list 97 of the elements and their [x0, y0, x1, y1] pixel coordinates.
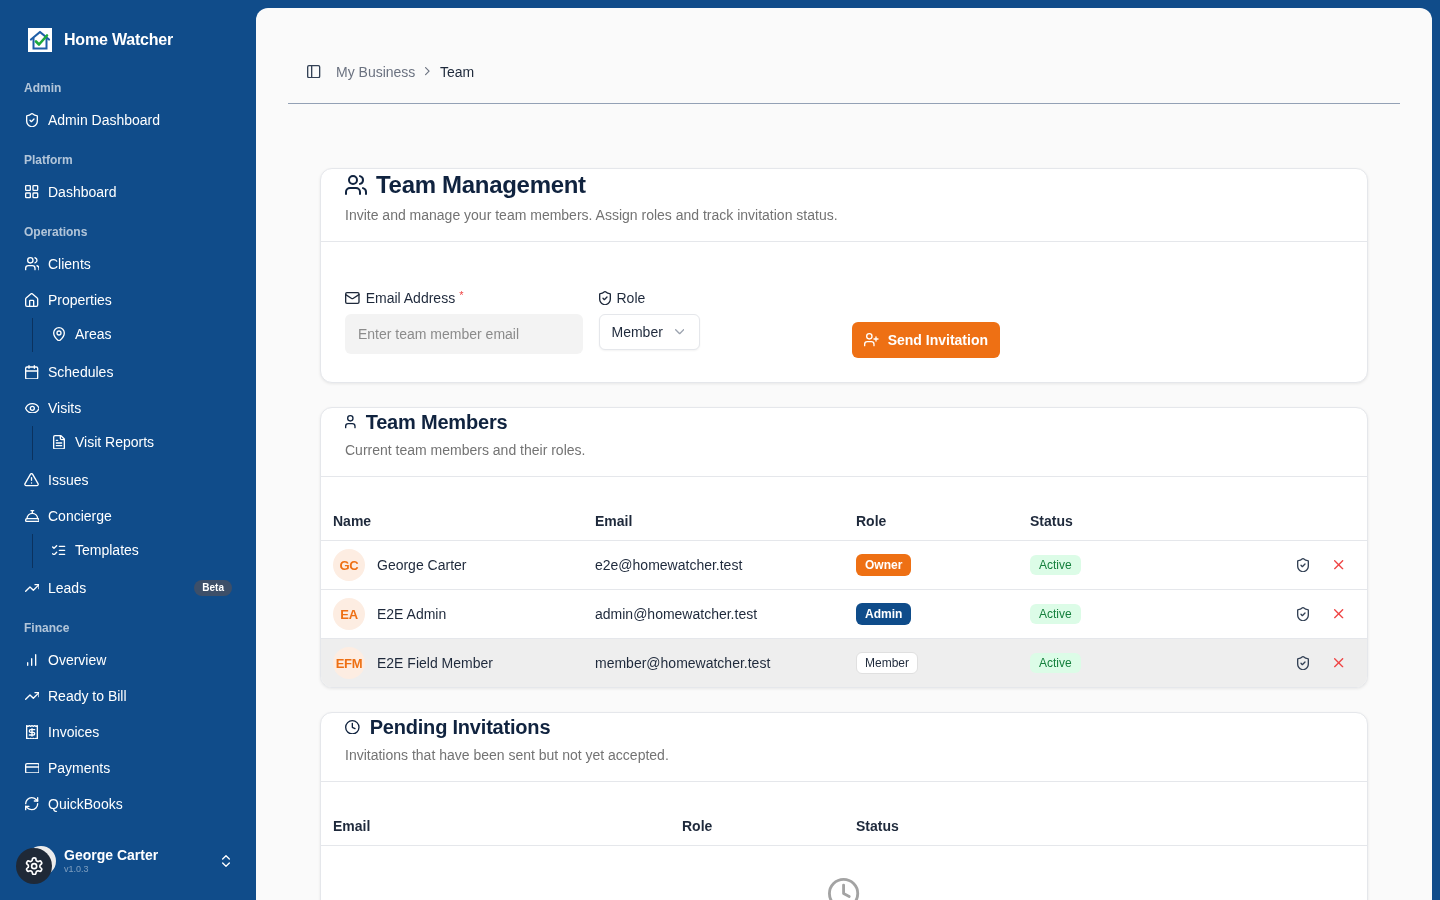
card-title: Team Management	[376, 171, 586, 199]
sidebar-item[interactable]: Visits	[8, 392, 248, 424]
column-header: Status	[856, 817, 899, 834]
checklist-icon	[52, 544, 66, 556]
sidebar-item[interactable]: Ready to Bill	[8, 680, 248, 712]
column-header: Name	[333, 512, 372, 529]
app-version: v1.0.3	[64, 863, 89, 875]
user-name: George Carter	[64, 847, 159, 863]
card-description: Invite and manage your team members. Assign roles and track invitation status.	[345, 206, 839, 225]
shield-check-icon	[1297, 557, 1309, 573]
role-select[interactable]: Member	[598, 314, 701, 350]
house-icon	[25, 293, 39, 307]
member-name: E2E Field Member	[377, 655, 493, 671]
sidebar-section-label: Admin	[23, 80, 63, 97]
shield-check-icon	[1297, 655, 1309, 671]
sidebar-item[interactable]: Overview	[8, 644, 248, 676]
refresh-icon	[25, 797, 39, 811]
sidebar-subitem[interactable]: Visit Reports	[43, 426, 248, 458]
trend-line-icon	[24, 692, 40, 700]
x-icon	[1334, 560, 1344, 570]
x-icon	[1334, 609, 1344, 619]
required-mark: *	[459, 290, 464, 300]
sidebar-item[interactable]: Issues	[8, 464, 248, 496]
sidebar-section-label: Finance	[23, 620, 71, 637]
sidebar-section-label: Platform	[23, 152, 74, 169]
card-title: Team Members	[365, 410, 508, 434]
sidebar-item[interactable]: Properties	[8, 284, 248, 316]
sidebar-item[interactable]: Schedules	[8, 356, 248, 388]
sidebar-item[interactable]: Invoices	[8, 716, 248, 748]
sidebar-item[interactable]: Clients	[8, 248, 248, 280]
member-email: member@homewatcher.test	[595, 655, 771, 671]
grid-icon	[25, 185, 39, 199]
member-email: e2e@homewatcher.test	[595, 557, 743, 573]
initials-avatar: GC	[333, 549, 365, 581]
users-icon	[24, 257, 40, 271]
sidebar-item[interactable]: QuickBooks	[8, 788, 248, 820]
shield-check-icon	[598, 290, 611, 306]
calendar-icon	[25, 364, 39, 380]
field-label: Email Address	[365, 290, 456, 306]
email-input[interactable]: Enter team member email	[345, 314, 583, 354]
credit-card-icon	[24, 762, 40, 774]
sidebar-section-label: Operations	[23, 224, 89, 241]
beta-tag: Beta	[194, 580, 232, 596]
sidebar-subitem[interactable]: Areas	[43, 318, 248, 350]
status-tag: Active	[1030, 653, 1081, 673]
bar-chart-icon	[27, 654, 37, 666]
map-pin-icon	[53, 326, 65, 342]
settings-icon	[24, 856, 44, 876]
app-name: Home Watcher	[64, 31, 174, 49]
document-icon	[53, 434, 65, 450]
users-icon	[345, 175, 367, 195]
user-icon	[345, 415, 356, 429]
member-name: E2E Admin	[377, 606, 447, 622]
status-tag: Active	[1030, 604, 1081, 624]
role-tag: Admin	[856, 603, 912, 625]
shield-check-icon	[1297, 606, 1309, 622]
shield-check-icon	[26, 112, 38, 128]
trend-line-icon	[24, 584, 40, 592]
user-plus-icon	[864, 333, 879, 347]
role-tag: Member	[856, 652, 918, 674]
bell-icon	[24, 510, 40, 522]
column-header: Role	[682, 817, 713, 834]
role-tag: Owner	[856, 554, 912, 576]
eye-icon	[24, 402, 40, 414]
card-description: Current team members and their roles.	[345, 441, 587, 460]
sidebar-item[interactable]: Payments	[8, 752, 248, 784]
breadcrumb-link[interactable]: My Business	[336, 63, 416, 80]
sidebar-item[interactable]: Leads Beta	[8, 572, 248, 604]
status-tag: Active	[1030, 555, 1081, 575]
receipt-icon	[26, 724, 38, 740]
member-email: admin@homewatcher.test	[595, 606, 758, 622]
column-header: Role	[856, 512, 887, 529]
settings-button[interactable]	[16, 848, 52, 884]
card-description: Invitations that have been sent but not yet accepted.	[345, 746, 670, 765]
chevron-right-icon	[425, 67, 430, 76]
column-header: Status	[1030, 512, 1073, 529]
chevrons-up-down-icon	[222, 855, 230, 867]
initials-avatar: EA	[333, 598, 365, 630]
member-name: George Carter	[377, 557, 467, 573]
sidebar-item[interactable]: Admin Dashboard	[8, 104, 248, 136]
clock-icon	[345, 719, 360, 735]
x-icon	[1334, 658, 1344, 668]
field-label: Role	[616, 290, 646, 306]
mail-icon	[345, 292, 360, 304]
house-check-logo-icon	[28, 28, 52, 52]
sidebar-item[interactable]: Dashboard	[8, 176, 248, 208]
sidebar-subitem[interactable]: Templates	[43, 534, 248, 566]
breadcrumb-current: Team	[440, 63, 475, 80]
clock-icon	[828, 878, 860, 900]
warning-icon	[24, 473, 40, 487]
sidebar-item[interactable]: Concierge	[8, 500, 248, 532]
chevron-down-icon	[674, 329, 685, 335]
column-header: Email	[595, 512, 633, 529]
initials-avatar: EFM	[333, 647, 365, 679]
panel-icon	[307, 64, 321, 79]
column-header: Email	[333, 817, 371, 834]
card-title: Pending Invitations	[369, 715, 551, 739]
